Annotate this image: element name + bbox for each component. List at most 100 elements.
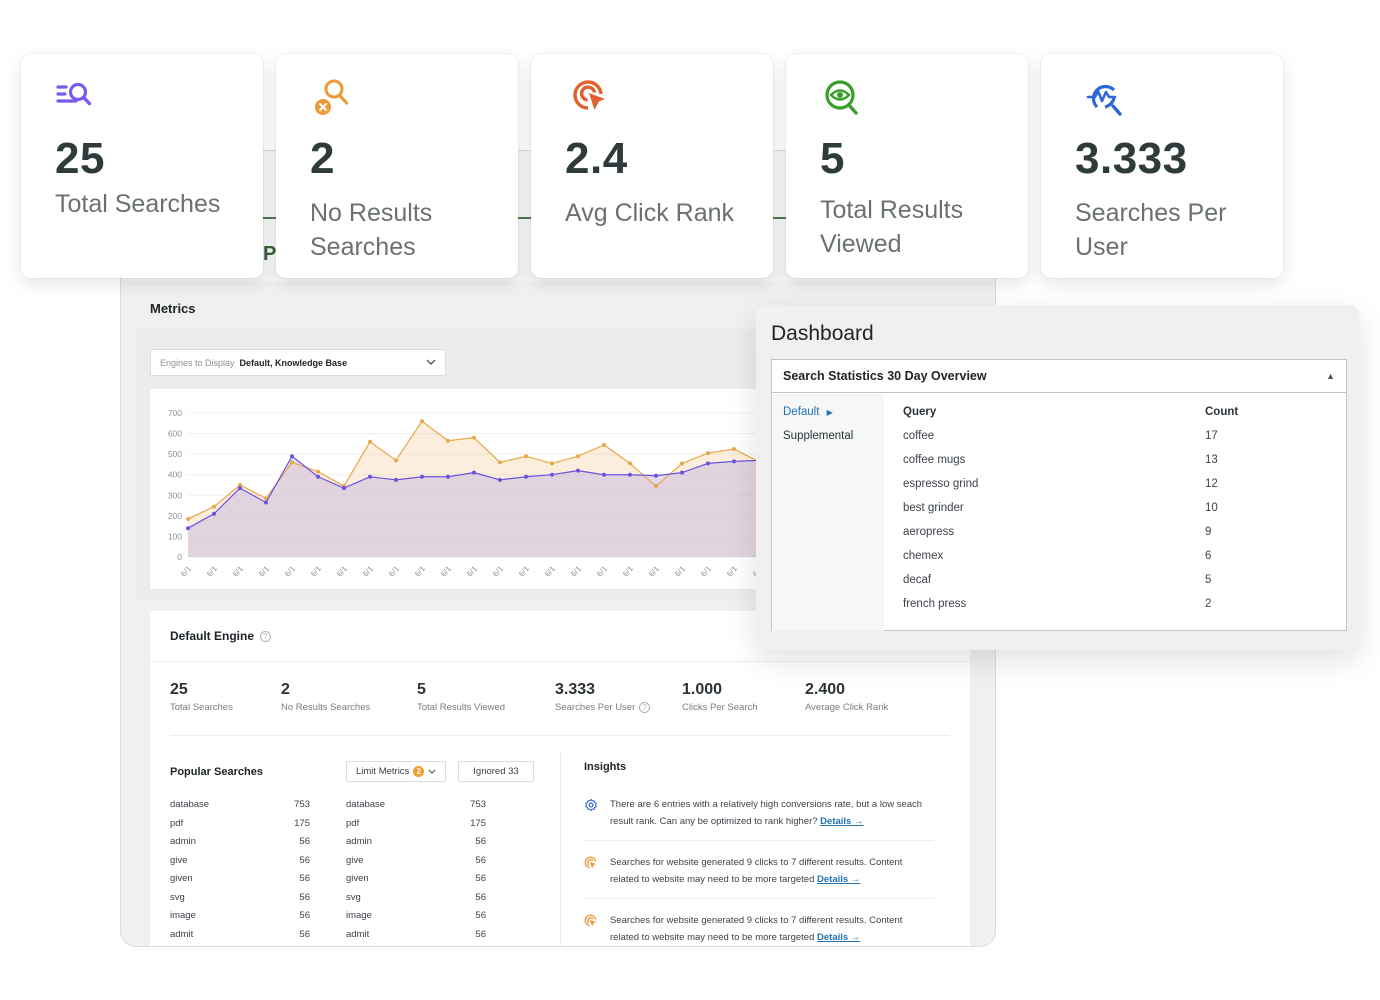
stat-label: Total Results Viewed bbox=[417, 702, 506, 713]
ignored-button[interactable]: Ignored 33 bbox=[458, 761, 534, 782]
data-point bbox=[550, 472, 554, 477]
y-tick-label: 300 bbox=[168, 490, 182, 500]
engine-tab-label: Supplemental bbox=[783, 430, 854, 442]
gear-icon bbox=[585, 798, 597, 812]
x-tick-label: 6/1 bbox=[465, 564, 479, 579]
x-tick-label: 6/1 bbox=[387, 564, 401, 579]
data-point bbox=[368, 474, 372, 479]
data-point bbox=[576, 454, 580, 459]
y-tick-label: 200 bbox=[168, 511, 182, 521]
search-statistics-widget: Search Statistics 30 Day Overview ▲ Defa… bbox=[771, 359, 1347, 631]
stat-value: 1.000 bbox=[682, 681, 723, 698]
engine-tabs: Default ▶ Supplemental bbox=[772, 394, 884, 631]
table-row: coffee 17 bbox=[903, 430, 1333, 454]
search-term: given bbox=[170, 873, 193, 884]
help-icon[interactable]: ? bbox=[639, 702, 651, 713]
metrics-title: Metrics bbox=[150, 301, 196, 316]
search-term: given bbox=[346, 873, 369, 884]
query-cell: espresso grind bbox=[903, 478, 979, 490]
query-cell: best grinder bbox=[903, 502, 964, 514]
popular-searches-column: database 753 pdf 175 admin 56 give 56 given 56 svg… bbox=[346, 799, 486, 946]
query-cell: coffee bbox=[903, 430, 935, 442]
engine-select-label: Engines to Display bbox=[160, 357, 235, 368]
limit-metrics-button[interactable]: Limit Metrics 2 bbox=[346, 761, 447, 782]
stat-value: 3.333 bbox=[555, 681, 596, 698]
column-header-count: Count bbox=[1205, 406, 1239, 418]
data-point bbox=[602, 442, 606, 447]
divider bbox=[170, 735, 950, 736]
kpi-card-avg-click-rank: 2.4 Avg Click Rank bbox=[531, 54, 773, 278]
x-tick-label: 6/1 bbox=[491, 564, 505, 579]
kpi-label: Avg Click Rank bbox=[565, 199, 735, 227]
data-point bbox=[732, 459, 736, 464]
insight-item: Searches for website generated 9 clicks … bbox=[584, 912, 934, 946]
target-cursor-icon bbox=[573, 80, 605, 110]
collapse-toggle-icon[interactable]: ▲ bbox=[1326, 371, 1335, 381]
x-tick-label: 6/1 bbox=[673, 564, 687, 579]
data-point bbox=[524, 454, 528, 459]
data-point bbox=[628, 461, 632, 466]
search-count: 753 bbox=[470, 799, 486, 810]
x-tick-label: 6/1 bbox=[309, 564, 323, 579]
details-link[interactable]: Details → bbox=[817, 932, 860, 943]
engine-tab-default[interactable]: Default ▶ bbox=[783, 406, 873, 430]
search-count: 56 bbox=[475, 928, 486, 940]
table-row: chemex 6 bbox=[903, 550, 1333, 574]
popular-search-row: given 56 bbox=[346, 873, 486, 892]
limit-metrics-label: Limit Metrics bbox=[356, 766, 410, 777]
x-tick-label: 6/1 bbox=[439, 564, 453, 579]
stat-total-searches: 25 Total Searches bbox=[170, 681, 233, 713]
stat-label: No Results Searches bbox=[281, 702, 371, 713]
search-count: 56 bbox=[475, 910, 486, 921]
popular-search-row: admin 56 bbox=[170, 836, 310, 855]
search-count: 175 bbox=[294, 817, 310, 829]
y-tick-label: 700 bbox=[168, 408, 182, 418]
x-tick-label: 6/1 bbox=[361, 564, 375, 579]
kpi-value: 2 bbox=[310, 134, 335, 183]
limit-count-badge: 2 bbox=[413, 766, 425, 777]
popular-searches-title: Popular Searches bbox=[170, 766, 263, 778]
popular-search-row: svg 56 bbox=[346, 892, 486, 911]
data-point bbox=[628, 472, 632, 477]
column-header-query: Query bbox=[903, 406, 937, 418]
x-tick-label: 6/1 bbox=[543, 564, 557, 579]
kpi-card-searches-per-user: 3.333 Searches Per User bbox=[1041, 54, 1283, 278]
search-count: 175 bbox=[470, 817, 486, 829]
table-row: coffee mugs 13 bbox=[903, 454, 1333, 478]
x-tick-label: 6/1 bbox=[569, 564, 583, 579]
details-link[interactable]: Details → bbox=[817, 874, 860, 885]
stat-no-results-searches: 2 No Results Searches bbox=[281, 681, 370, 713]
data-point bbox=[654, 484, 658, 489]
stat-label: Clicks Per Search bbox=[682, 702, 758, 713]
search-count: 56 bbox=[475, 891, 486, 903]
data-point bbox=[264, 500, 268, 505]
search-term: image bbox=[346, 910, 372, 921]
search-term: svg bbox=[170, 891, 185, 903]
search-count: 56 bbox=[475, 836, 486, 847]
kpi-value: 25 bbox=[55, 134, 105, 183]
y-tick-label: 500 bbox=[168, 449, 182, 459]
data-point bbox=[654, 473, 658, 478]
engine-tab-supplemental[interactable]: Supplemental bbox=[783, 430, 873, 454]
details-link[interactable]: Details → bbox=[820, 816, 863, 827]
data-point bbox=[394, 477, 398, 482]
help-icon[interactable]: ? bbox=[260, 630, 272, 642]
widget-header[interactable]: Search Statistics 30 Day Overview ▲ bbox=[772, 360, 1346, 393]
divider bbox=[150, 661, 970, 662]
stat-value: 5 bbox=[417, 681, 426, 698]
data-point bbox=[472, 470, 476, 475]
engines-to-display-select[interactable]: Engines to Display Default, Knowledge Ba… bbox=[150, 349, 446, 376]
y-tick-label: 400 bbox=[168, 470, 182, 480]
popular-search-row: image 56 bbox=[170, 910, 310, 929]
search-term: admit bbox=[346, 928, 370, 940]
popular-search-row: database 753 bbox=[170, 799, 310, 818]
query-count-table: Query Count coffee 17 coffee mugs 13 espress… bbox=[903, 406, 1333, 622]
table-header-row: Query Count bbox=[903, 406, 1333, 430]
stat-average-click-rank: 2.400 Average Click Rank bbox=[805, 681, 888, 713]
query-cell: decaf bbox=[903, 574, 932, 586]
popular-search-row: give 56 bbox=[346, 855, 486, 874]
data-point bbox=[472, 435, 476, 440]
data-point bbox=[342, 486, 346, 491]
query-cell: french press bbox=[903, 598, 967, 610]
data-point bbox=[680, 470, 684, 475]
